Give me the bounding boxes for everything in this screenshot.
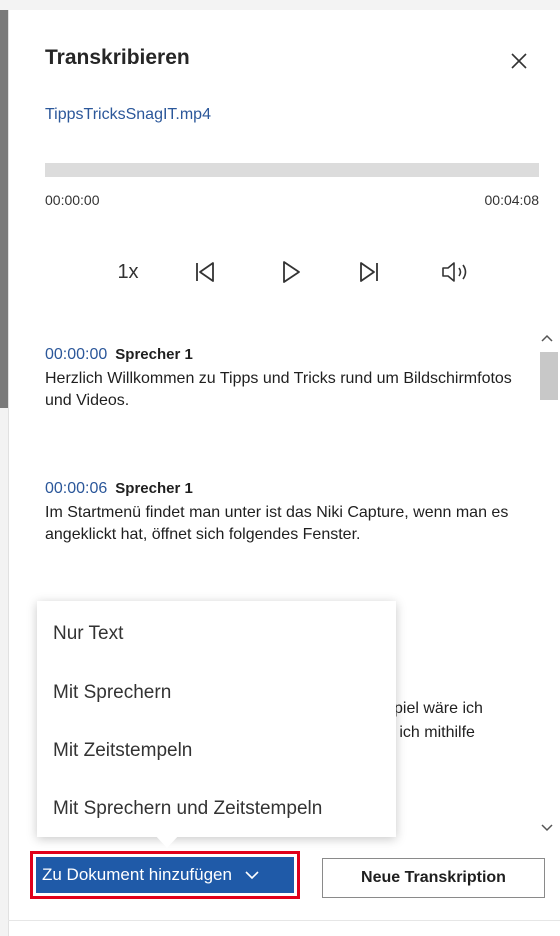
bottom-divider — [8, 920, 560, 921]
transcript-entry: 00:00:00 Sprecher 1 Herzlich Willkommen z… — [45, 346, 531, 412]
left-edge — [0, 408, 8, 936]
add-to-document-button[interactable]: Zu Dokument hinzufügen — [30, 851, 300, 899]
transcript-entry: 00:00:06 Sprecher 1 Im Startmenü findet m… — [45, 480, 531, 546]
scroll-up-button[interactable] — [537, 330, 557, 346]
pane-title: Transkribieren — [45, 46, 190, 69]
menu-item-with-speakers[interactable]: Mit Sprechern — [53, 682, 171, 704]
speed-button[interactable]: 1x — [106, 255, 150, 289]
total-time: 00:04:08 — [484, 192, 540, 208]
transcript-text-fragment: spiel wäre ich — [386, 700, 483, 717]
skip-forward-icon — [360, 262, 378, 282]
play-icon — [283, 261, 300, 283]
transcribe-pane: Transkribieren TippsTricksSnagIT.mp4 00:… — [0, 0, 560, 936]
chevron-up-icon — [541, 334, 553, 342]
progress-bar[interactable] — [45, 163, 539, 177]
window-scrollbar[interactable] — [0, 10, 8, 408]
transcript-text: Herzlich Willkommen zu Tipps und Tricks … — [45, 370, 512, 409]
new-transcription-button[interactable]: Neue Transkription — [322, 858, 545, 898]
volume-button[interactable] — [436, 255, 476, 289]
skip-forward-button[interactable] — [354, 255, 384, 289]
timestamp-link[interactable]: 00:00:06 — [45, 480, 107, 497]
timestamp-link[interactable]: 00:00:00 — [45, 346, 107, 363]
scroll-down-button[interactable] — [537, 820, 557, 836]
add-options-menu: Nur Text Mit Sprechern Mit Zeitstempeln … — [37, 601, 396, 837]
transcript-text-fragment: n ich mithilfe — [386, 724, 475, 741]
menu-item-text-only[interactable]: Nur Text — [53, 623, 123, 645]
transcript-text: Im Startmenü findet man unter ist das Ni… — [45, 504, 509, 543]
transcript-entry: spiel wäre ich n ich mithilfe — [386, 694, 531, 744]
menu-item-with-timestamps[interactable]: Mit Zeitstempeln — [53, 740, 192, 762]
menu-pointer — [154, 834, 180, 848]
pane-border — [8, 10, 9, 936]
close-button[interactable] — [502, 44, 536, 78]
add-button-face: Zu Dokument hinzufügen — [36, 857, 294, 893]
skip-back-button[interactable] — [190, 255, 220, 289]
menu-item-speakers-timestamps[interactable]: Mit Sprechern und Zeitstempeln — [53, 798, 322, 820]
play-button[interactable] — [276, 255, 306, 289]
speaker-label: Sprecher 1 — [115, 480, 193, 497]
top-strip — [0, 0, 560, 10]
file-link[interactable]: TippsTricksSnagIT.mp4 — [45, 106, 211, 124]
add-button-label: Zu Dokument hinzufügen — [42, 865, 232, 884]
scroll-thumb[interactable] — [540, 352, 558, 400]
chevron-down-icon — [541, 824, 553, 832]
speaker-label: Sprecher 1 — [115, 346, 193, 363]
close-icon — [511, 53, 527, 69]
chevron-down-icon — [244, 869, 260, 881]
volume-icon — [442, 262, 467, 282]
current-time: 00:00:00 — [45, 192, 100, 208]
skip-back-icon — [196, 262, 214, 282]
